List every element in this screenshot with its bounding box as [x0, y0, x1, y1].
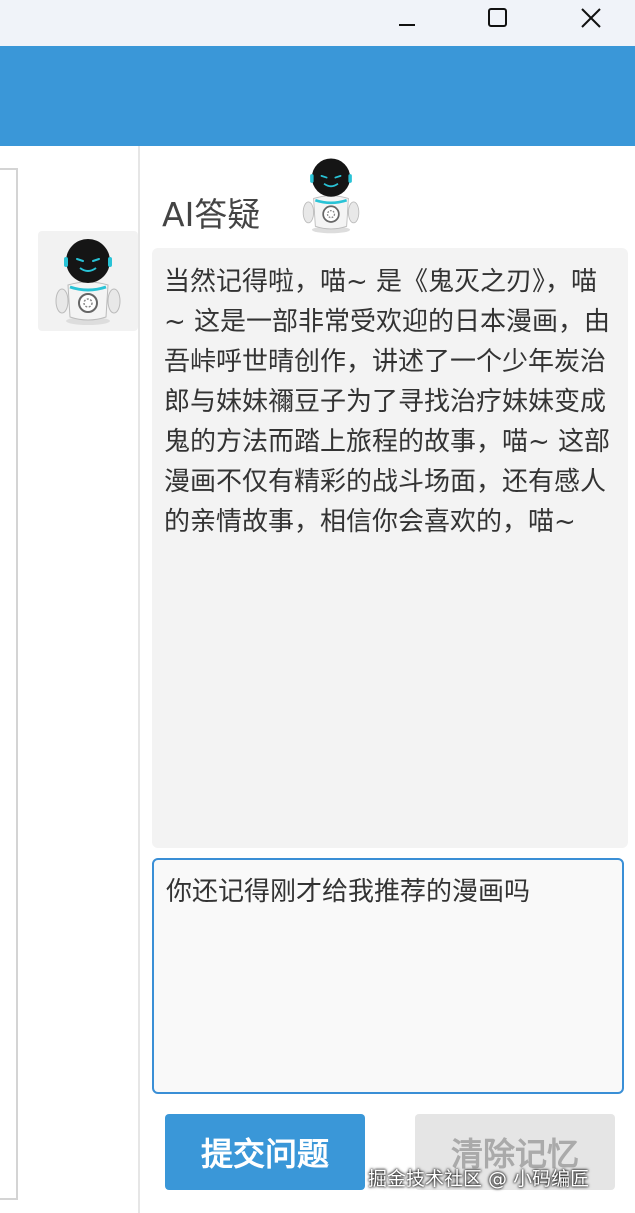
answer-panel: 当然记得啦，喵~ 是《鬼灭之刃》，喵~ 这是一部非常受欢迎的日本漫画，由吾峠呼世…	[152, 248, 628, 848]
watermark: 掘金技术社区 @ 小码编匠	[368, 1168, 590, 1190]
left-panel	[0, 168, 18, 1200]
maximize-icon	[488, 8, 507, 27]
minimize-icon	[399, 24, 415, 26]
header-bar	[0, 46, 635, 146]
close-icon	[581, 8, 601, 28]
question-input[interactable]: 你还记得刚才给我推荐的漫画吗	[152, 858, 624, 1094]
panel-divider	[138, 146, 140, 1213]
title-robot-logo	[296, 155, 366, 239]
answer-text: 当然记得啦，喵~ 是《鬼灭之刃》，喵~ 这是一部非常受欢迎的日本漫画，由吾峠呼世…	[164, 267, 611, 537]
submit-question-button[interactable]: 提交问题	[165, 1114, 365, 1190]
window-titlebar	[0, 0, 635, 46]
chat-title-row: AI答疑	[162, 155, 360, 235]
chat-title: AI答疑	[162, 195, 261, 234]
maximize-button[interactable]	[475, 0, 521, 36]
minimize-button[interactable]	[384, 0, 430, 36]
bot-avatar	[38, 231, 138, 331]
robot-icon	[55, 239, 121, 325]
robot-icon	[302, 158, 360, 234]
close-button[interactable]	[568, 0, 614, 36]
